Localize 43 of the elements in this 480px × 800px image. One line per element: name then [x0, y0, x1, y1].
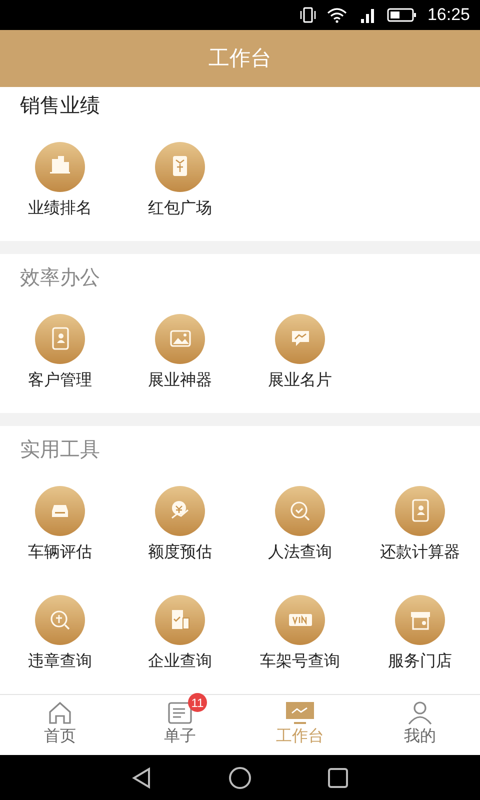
- tool-label[interactable]: 还款计算器: [380, 543, 460, 564]
- vin-plate-icon[interactable]: [275, 595, 325, 646]
- recent-apps-icon[interactable]: [327, 766, 349, 789]
- shop-icon[interactable]: [395, 595, 445, 646]
- tool-label[interactable]: 车架号查询: [260, 652, 340, 672]
- document-icon: [167, 701, 193, 726]
- envelope-icon[interactable]: [155, 142, 205, 192]
- user-icon: [407, 701, 433, 726]
- search-check-icon[interactable]: [275, 486, 325, 536]
- tool-label[interactable]: 业绩排名: [28, 199, 92, 220]
- home-button-icon[interactable]: [228, 766, 252, 790]
- monitor-chart-icon: [285, 701, 315, 726]
- wifi-icon: [327, 6, 348, 23]
- tool-label[interactable]: 违章查询: [28, 652, 92, 672]
- home-icon: [47, 701, 73, 726]
- tab[interactable]: 我的: [360, 695, 480, 756]
- page-title: 工作台: [208, 46, 272, 72]
- tool-label[interactable]: 服务门店: [388, 652, 452, 672]
- tab[interactable]: 11 单子: [120, 695, 240, 756]
- tool-label[interactable]: 展业神器: [148, 371, 212, 392]
- count-badge: 11: [188, 693, 207, 712]
- section-title: 销售业绩: [19, 94, 101, 120]
- tool-label[interactable]: 车辆评估: [28, 543, 92, 564]
- money-chart-icon[interactable]: [155, 486, 205, 536]
- tool-label[interactable]: 红包广场: [148, 199, 212, 220]
- tool-label[interactable]: 企业查询: [148, 652, 212, 672]
- section-title: 实用工具: [19, 438, 101, 464]
- back-icon[interactable]: [131, 766, 153, 789]
- search-icon[interactable]: [35, 595, 85, 646]
- contact-book-icon[interactable]: [395, 486, 445, 536]
- tab[interactable]: 首页: [0, 695, 120, 756]
- bar-chart-icon[interactable]: [35, 142, 85, 192]
- tool-label[interactable]: 人法查询: [268, 543, 332, 564]
- tool-label[interactable]: 额度预估: [148, 543, 212, 564]
- tool-label[interactable]: 客户管理: [28, 371, 92, 392]
- tool-label[interactable]: 展业名片: [268, 371, 332, 392]
- contact-book-icon[interactable]: [35, 314, 85, 364]
- clock-time: 16:25: [427, 4, 470, 26]
- battery-icon: [387, 6, 418, 23]
- vibrate-icon: [299, 6, 318, 23]
- image-icon[interactable]: [155, 314, 205, 364]
- section-title: 效率办公: [19, 266, 101, 292]
- building-icon[interactable]: [155, 595, 205, 646]
